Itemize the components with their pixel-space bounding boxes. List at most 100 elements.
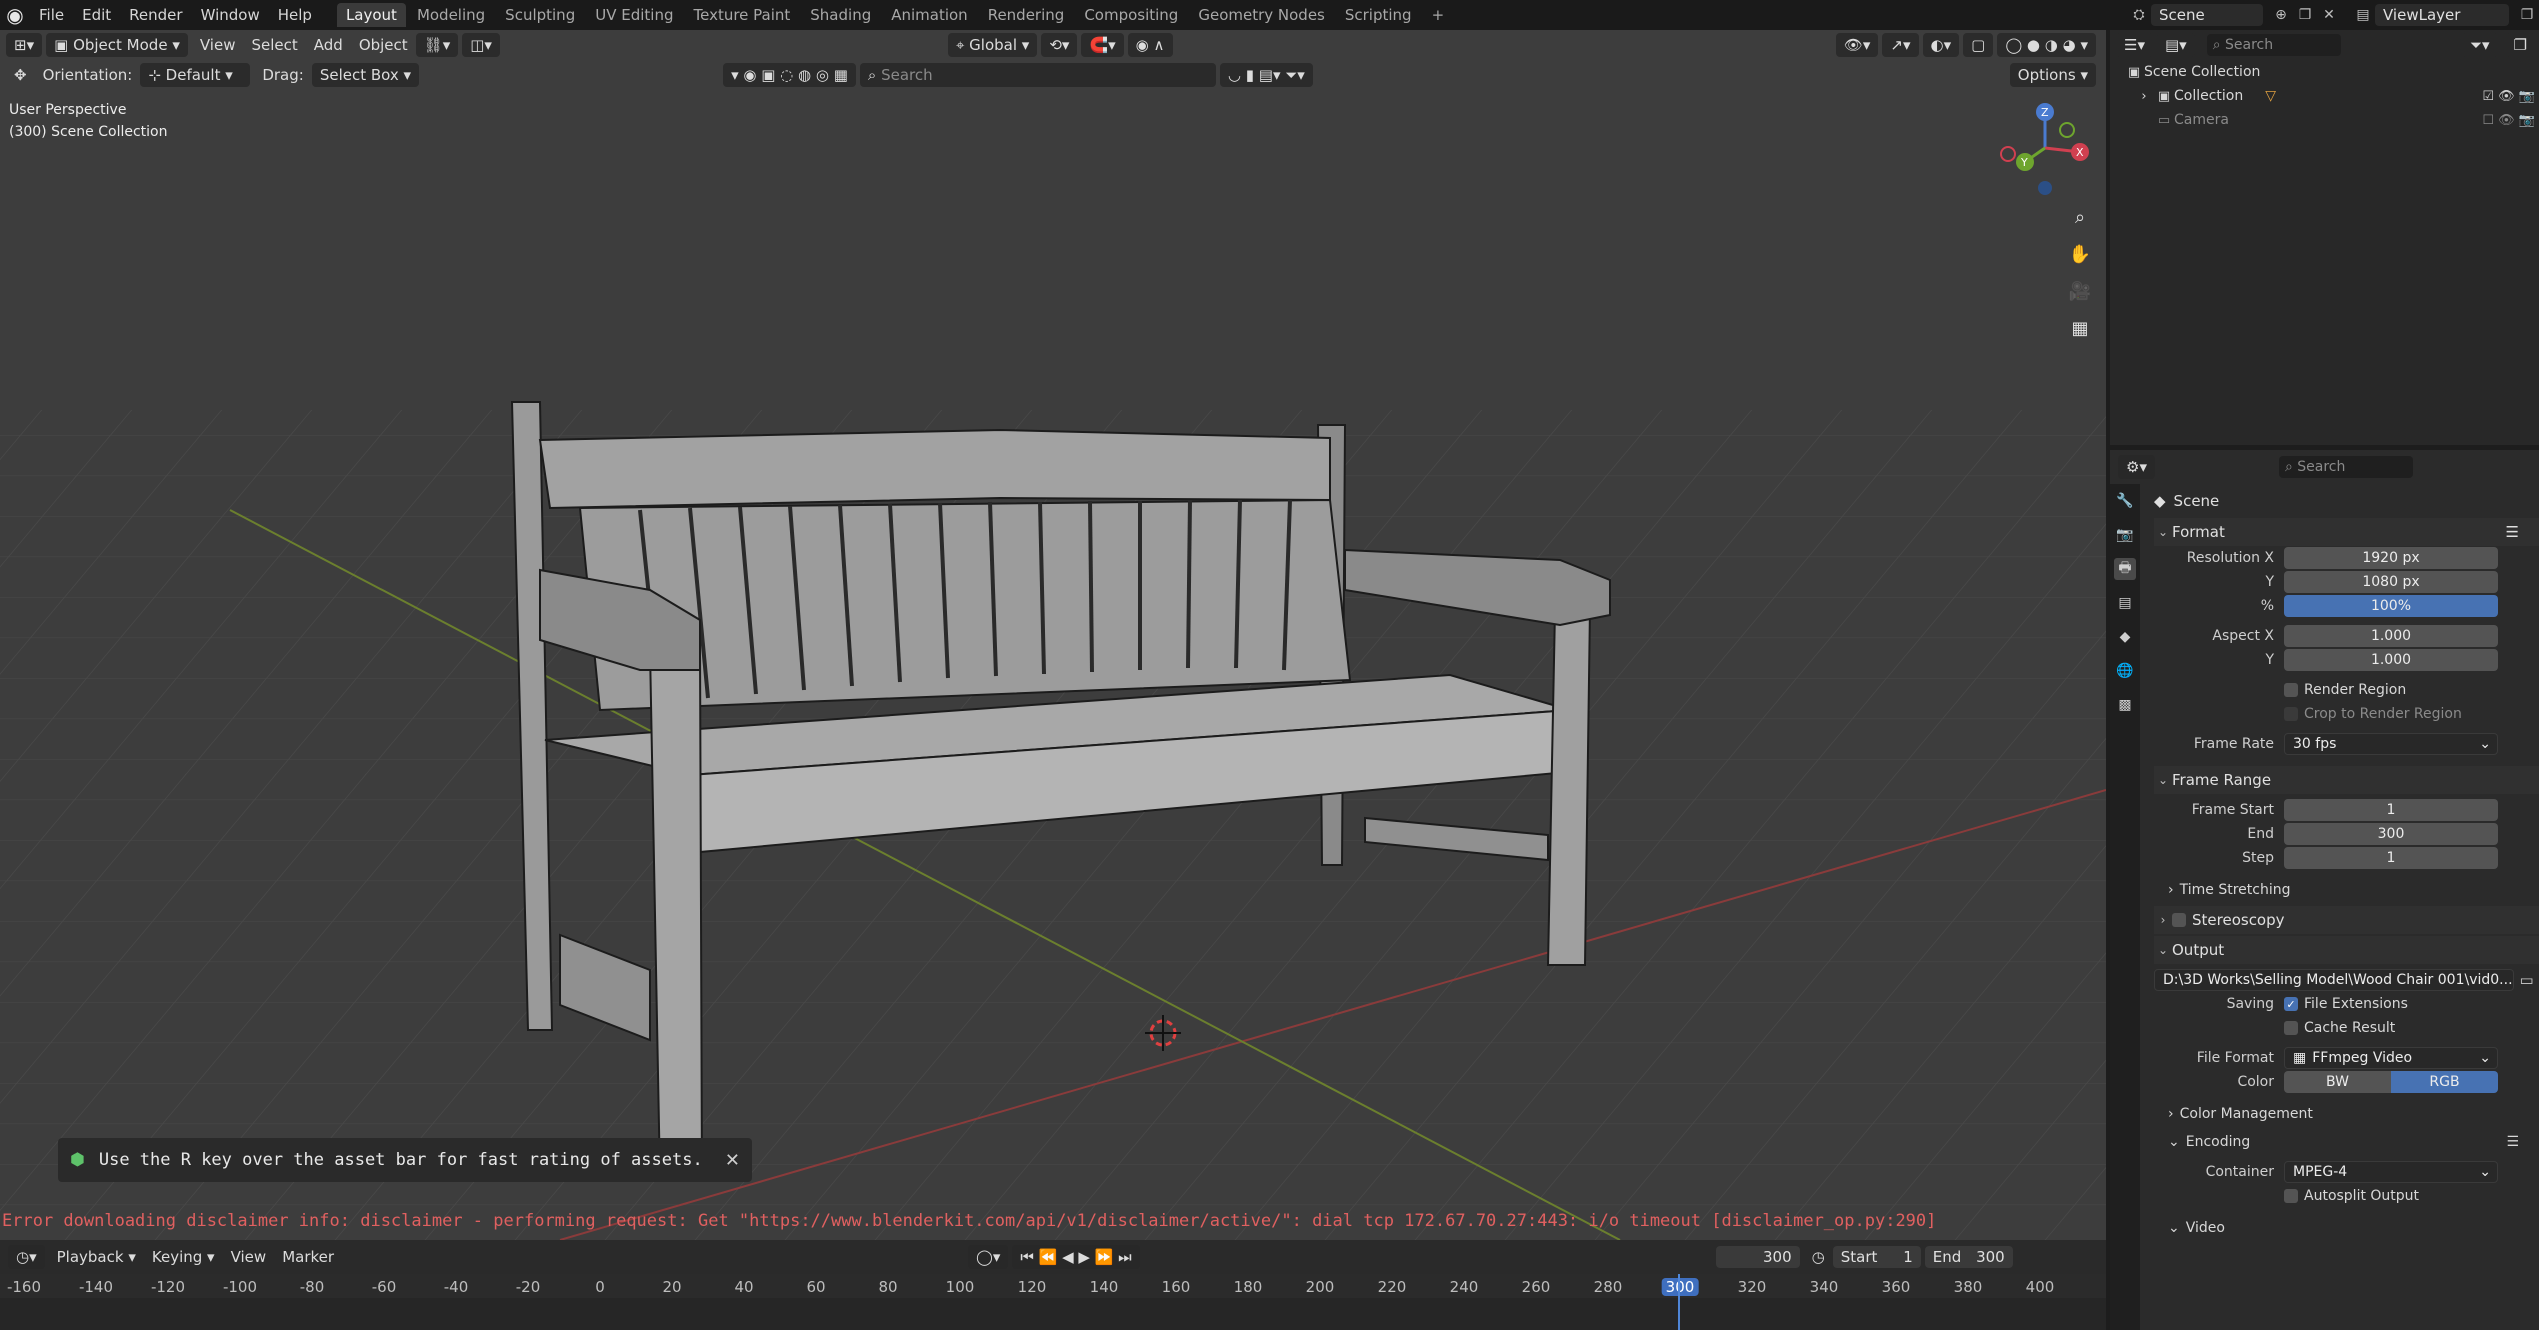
tab-compositing[interactable]: Compositing xyxy=(1075,3,1187,27)
tab-sculpting[interactable]: Sculpting xyxy=(496,3,584,27)
tab-shading[interactable]: Shading xyxy=(801,3,880,27)
outliner-row-camera[interactable]: ▭ Camera ☐ 👁 📷 xyxy=(2110,108,2539,132)
options-dropdown[interactable]: Options ▾ xyxy=(2009,63,2096,87)
visibility-icon[interactable]: 👁▾ xyxy=(1835,33,1879,57)
frame-ruler[interactable]: -160 -140 -120 -100 -80 -60 -40 -20 0 20 40 60 80 100… xyxy=(0,1274,2106,1298)
asset-filter-icons[interactable]: ◡ ▮ ▤▾ ⏷▾ xyxy=(1219,63,1313,87)
aspect-y-field[interactable]: 1.000 xyxy=(2284,649,2498,671)
video-subpanel[interactable]: ⌄ Video xyxy=(2154,1214,2539,1242)
new-collection-icon[interactable]: ❐ xyxy=(2505,33,2535,57)
tab-modeling[interactable]: Modeling xyxy=(408,3,494,27)
gizmo-icon[interactable]: ↗▾ xyxy=(1882,33,1919,57)
display-mode-icon[interactable]: ▤▾ xyxy=(2156,33,2195,57)
tool-tab-icon[interactable]: 🔧 xyxy=(2114,490,2136,512)
timeline-editor-type-icon[interactable]: ◷▾ xyxy=(8,1245,45,1269)
presets-icon[interactable]: ☰ xyxy=(2506,523,2519,541)
tab-scripting[interactable]: Scripting xyxy=(1336,3,1421,27)
scene-field[interactable]: Scene xyxy=(2151,4,2263,26)
menu-playback[interactable]: Playback ▾ xyxy=(49,1248,144,1266)
row-toggles[interactable]: ☑ 👁 📷 xyxy=(2482,89,2535,104)
world-tab-icon[interactable]: 🌐 xyxy=(2114,660,2136,682)
menu-marker[interactable]: Marker xyxy=(274,1248,342,1266)
auto-key-icon[interactable]: ◯▾ xyxy=(968,1245,1009,1269)
texture-tab-icon[interactable]: ▩ xyxy=(2114,694,2136,716)
output-tab-icon[interactable]: 🖶 xyxy=(2114,558,2136,580)
tab-texture-paint[interactable]: Texture Paint xyxy=(684,3,799,27)
aspect-x-field[interactable]: 1.000 xyxy=(2284,625,2498,647)
resolution-x-field[interactable]: 1920 px xyxy=(2284,547,2498,569)
clock-icon[interactable]: ◷ xyxy=(1804,1248,1833,1266)
move-tool-icon[interactable]: ✥ xyxy=(6,66,35,84)
stereoscopy-checkbox[interactable] xyxy=(2172,913,2186,927)
start-frame-field[interactable]: Start 1 xyxy=(1832,1246,1921,1268)
resolution-y-field[interactable]: 1080 px xyxy=(2284,571,2498,593)
navigation-gizmo[interactable]: Z X Y xyxy=(1995,100,2095,200)
color-rgb-button[interactable]: RGB xyxy=(2391,1071,2498,1093)
frame-end-field[interactable]: 300 xyxy=(2284,823,2498,845)
frame-range-panel-header[interactable]: ⌄ Frame Range xyxy=(2154,766,2539,794)
menu-view[interactable]: View xyxy=(192,36,244,54)
add-workspace-button[interactable]: + xyxy=(1423,3,1454,27)
snap-icon[interactable]: ◫▾ xyxy=(462,33,500,57)
3d-viewport[interactable]: ⊞▾ ▣ Object Mode ▾ View Select Add Objec… xyxy=(0,30,2106,1240)
outliner-row-collection[interactable]: › ▣ Collection ▽ ☑ 👁 📷 xyxy=(2110,84,2539,108)
format-panel-header[interactable]: ⌄ Format ☰ xyxy=(2154,518,2539,546)
stereoscopy-panel-header[interactable]: › Stereoscopy xyxy=(2154,906,2539,934)
tab-layout[interactable]: Layout xyxy=(336,3,406,27)
frame-start-field[interactable]: 1 xyxy=(2284,799,2498,821)
menu-help[interactable]: Help xyxy=(269,0,321,30)
outliner-type-icon[interactable]: ☰▾ xyxy=(2116,33,2153,57)
cache-result-checkbox[interactable]: Cache Result xyxy=(2284,1020,2395,1036)
scene-tab-icon[interactable]: ◆ xyxy=(2114,626,2136,648)
link-icon[interactable]: ⛓▾ xyxy=(415,33,459,57)
file-extensions-checkbox[interactable]: ✓ File Extensions xyxy=(2284,996,2408,1012)
render-region-checkbox[interactable]: Render Region xyxy=(2284,682,2406,698)
color-bw-button[interactable]: BW xyxy=(2284,1071,2391,1093)
pivot-icon[interactable]: ⟲▾ xyxy=(1041,33,1078,57)
delete-scene-icon[interactable]: ✕ xyxy=(2317,4,2341,26)
scene-icon[interactable]: ⛭ xyxy=(2127,4,2151,26)
menu-add[interactable]: Add xyxy=(306,36,351,54)
resolution-pct-field[interactable]: 100% xyxy=(2284,595,2498,617)
ortho-grid-icon[interactable]: ▦ xyxy=(2065,313,2095,343)
shading-modes-icon[interactable]: ◯ ● ◑ ◕ ▾ xyxy=(1997,33,2096,57)
folder-icon[interactable]: ▭ xyxy=(2520,971,2534,989)
container-dropdown[interactable]: MPEG-4 ⌄ xyxy=(2284,1161,2498,1183)
menu-timeline-view[interactable]: View xyxy=(223,1248,275,1266)
playback-controls[interactable]: ⏮ ⏪ ◀ ▶ ⏩ ⏭ xyxy=(1012,1245,1140,1269)
current-frame-field[interactable]: 300 xyxy=(1715,1246,1800,1268)
view-layer-icon[interactable]: ▤ xyxy=(2351,4,2375,26)
orientation-dropdown[interactable]: ⊹ Default ▾ xyxy=(140,63,251,87)
output-panel-header[interactable]: ⌄ Output xyxy=(2154,936,2539,964)
frame-step-field[interactable]: 1 xyxy=(2284,847,2498,869)
editor-type-icon[interactable]: ⊞▾ xyxy=(6,33,43,57)
time-stretching-subpanel[interactable]: › Time Stretching xyxy=(2154,876,2539,904)
transform-orientation-dropdown[interactable]: ⌖ Global ▾ xyxy=(947,33,1038,57)
tab-rendering[interactable]: Rendering xyxy=(979,3,1074,27)
asset-search-input[interactable]: ⌕ Search xyxy=(859,63,1216,87)
outliner-row-scene-collection[interactable]: ▣ Scene Collection xyxy=(2110,60,2539,84)
new-scene-icon[interactable]: ❐ xyxy=(2293,4,2317,26)
camera-view-icon[interactable]: 🎥 xyxy=(2065,276,2095,306)
autosplit-checkbox[interactable]: Autosplit Output xyxy=(2284,1188,2419,1204)
presets-icon[interactable]: ☰ xyxy=(2506,1134,2519,1150)
proportional-icon[interactable]: ◉ ∧ xyxy=(1127,33,1173,57)
menu-render[interactable]: Render xyxy=(120,0,191,30)
tab-geometry-nodes[interactable]: Geometry Nodes xyxy=(1189,3,1334,27)
file-format-dropdown[interactable]: ▦ FFmpeg Video ⌄ xyxy=(2284,1047,2498,1069)
zoom-icon[interactable]: ⌕ xyxy=(2065,202,2095,232)
properties-type-icon[interactable]: ⚙▾ xyxy=(2118,455,2155,479)
drag-dropdown[interactable]: Select Box ▾ xyxy=(311,63,420,87)
color-management-subpanel[interactable]: › Color Management xyxy=(2154,1100,2539,1128)
view-layer-tab-icon[interactable]: ▤ xyxy=(2114,592,2136,614)
close-icon[interactable]: ✕ xyxy=(725,1150,740,1171)
view-layer-field[interactable]: ViewLayer xyxy=(2375,4,2509,26)
menu-file[interactable]: File xyxy=(30,0,73,30)
end-frame-field[interactable]: End 300 xyxy=(1924,1246,2013,1268)
frame-rate-dropdown[interactable]: 30 fps ⌄ xyxy=(2284,733,2498,755)
snapping-icon[interactable]: 🧲▾ xyxy=(1081,33,1124,57)
properties-search-input[interactable]: ⌕ Search xyxy=(2278,456,2413,478)
xray-icon[interactable]: ▢ xyxy=(1963,33,1994,57)
render-tab-icon[interactable]: 📷 xyxy=(2114,524,2136,546)
filter-icon[interactable]: ⏷▾ xyxy=(2462,33,2498,57)
